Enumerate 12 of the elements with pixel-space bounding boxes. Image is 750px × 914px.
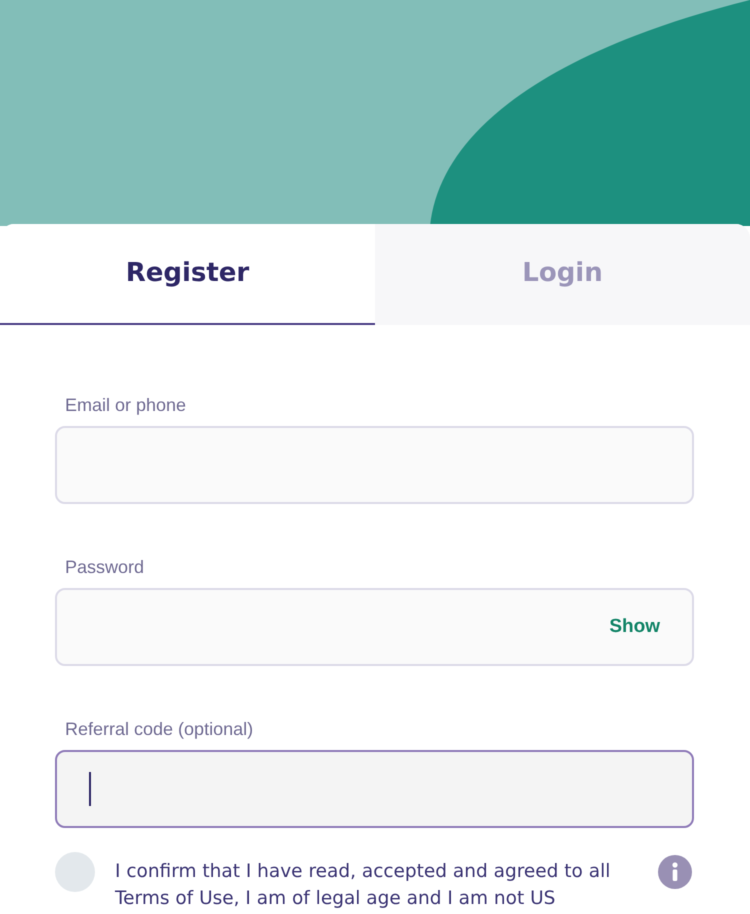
field-label: Password — [65, 556, 144, 578]
text-cursor — [89, 772, 91, 806]
tab[interactable]: Login — [375, 224, 750, 325]
input-field[interactable] — [55, 750, 694, 828]
consent-text: I confirm that I have read, accepted and agreed to all Terms of Use, I am of legal age and I am not US — [114, 860, 612, 911]
field-label: Email or phone — [65, 394, 186, 416]
field-label: Referral code (optional) — [65, 718, 254, 740]
info-icon[interactable] — [658, 855, 692, 889]
consent-checkbox[interactable] — [55, 852, 95, 892]
show-password-button[interactable]: Show — [609, 612, 660, 642]
input-field[interactable]: Show — [55, 588, 694, 666]
tab[interactable]: Register — [0, 224, 375, 325]
